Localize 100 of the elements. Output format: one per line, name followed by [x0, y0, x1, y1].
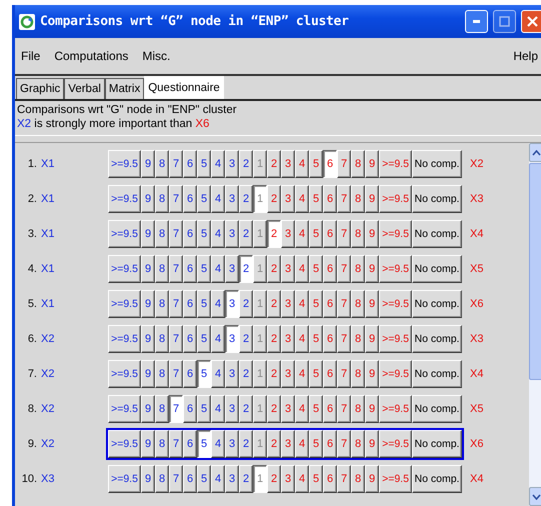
rating-button[interactable]: 6 — [323, 360, 337, 388]
rating-button[interactable]: 5 — [197, 430, 211, 458]
rating-button[interactable]: 8 — [155, 254, 169, 282]
rating-button[interactable]: 2 — [267, 220, 281, 248]
rating-button[interactable]: 5 — [197, 360, 211, 388]
rating-button[interactable]: >=9.5 — [108, 184, 141, 212]
rating-button[interactable]: 9 — [365, 324, 379, 352]
rating-button[interactable]: 2 — [239, 150, 253, 178]
rating-button[interactable]: 4 — [211, 430, 225, 458]
rating-button[interactable]: 6 — [183, 184, 197, 212]
rating-button[interactable]: 9 — [365, 184, 379, 212]
rating-button[interactable]: 2 — [267, 360, 281, 388]
rating-button[interactable]: 8 — [351, 464, 365, 492]
rating-button[interactable]: 2 — [267, 464, 281, 492]
rating-button[interactable]: 9 — [141, 150, 155, 178]
rating-button[interactable]: 9 — [141, 324, 155, 352]
rating-button[interactable]: 4 — [211, 360, 225, 388]
rating-button[interactable]: No comp. — [412, 150, 462, 178]
rating-button[interactable]: 3 — [281, 254, 295, 282]
rating-button[interactable]: 4 — [211, 324, 225, 352]
rating-button[interactable]: >=9.5 — [379, 184, 412, 212]
rating-button[interactable]: >=9.5 — [379, 290, 412, 318]
rating-button[interactable]: 6 — [323, 290, 337, 318]
rating-button[interactable]: 7 — [169, 254, 183, 282]
rating-button[interactable]: 2 — [267, 254, 281, 282]
rating-button[interactable]: 8 — [155, 290, 169, 318]
tab[interactable]: Matrix — [104, 78, 144, 99]
rating-button[interactable]: 5 — [309, 254, 323, 282]
rating-button[interactable]: No comp. — [412, 430, 462, 458]
rating-button[interactable]: 9 — [365, 464, 379, 492]
rating-button[interactable]: No comp. — [412, 324, 462, 352]
rating-button[interactable]: 2 — [267, 430, 281, 458]
rating-button[interactable]: >=9.5 — [108, 290, 141, 318]
rating-button[interactable]: 2 — [239, 290, 253, 318]
rating-button[interactable]: 8 — [155, 394, 169, 422]
minimize-button[interactable] — [465, 10, 488, 33]
rating-button[interactable]: 5 — [309, 394, 323, 422]
rating-button[interactable]: >=9.5 — [108, 254, 141, 282]
rating-button[interactable]: 8 — [351, 324, 365, 352]
rating-button[interactable]: 4 — [295, 220, 309, 248]
rating-button[interactable]: 6 — [323, 220, 337, 248]
rating-button[interactable]: 5 — [309, 430, 323, 458]
rating-button[interactable]: >=9.5 — [379, 150, 412, 178]
rating-button[interactable]: 5 — [197, 290, 211, 318]
rating-button[interactable]: 5 — [197, 254, 211, 282]
rating-button[interactable]: 7 — [337, 254, 351, 282]
rating-button[interactable]: 7 — [337, 150, 351, 178]
rating-button[interactable]: No comp. — [412, 360, 462, 388]
rating-button[interactable]: 3 — [281, 290, 295, 318]
rating-button[interactable]: 4 — [295, 150, 309, 178]
rating-button[interactable]: 9 — [141, 220, 155, 248]
rating-button[interactable]: 4 — [295, 184, 309, 212]
rating-button[interactable]: 9 — [141, 290, 155, 318]
rating-button[interactable]: 6 — [323, 394, 337, 422]
rating-button[interactable]: >=9.5 — [379, 360, 412, 388]
rating-button[interactable]: No comp. — [412, 290, 462, 318]
rating-button[interactable]: 5 — [309, 220, 323, 248]
rating-button[interactable]: 8 — [155, 150, 169, 178]
rating-button[interactable]: 2 — [239, 184, 253, 212]
rating-button[interactable]: 6 — [323, 150, 337, 178]
rating-button[interactable]: 9 — [365, 430, 379, 458]
rating-button[interactable]: >=9.5 — [108, 150, 141, 178]
rating-button[interactable]: 6 — [183, 254, 197, 282]
rating-button[interactable]: 9 — [365, 290, 379, 318]
rating-button[interactable]: 5 — [309, 464, 323, 492]
rating-button[interactable]: 3 — [225, 394, 239, 422]
rating-button[interactable]: 3 — [225, 254, 239, 282]
tab[interactable]: Questionnaire — [144, 76, 224, 99]
rating-button[interactable]: 3 — [281, 220, 295, 248]
rating-button[interactable]: >=9.5 — [379, 394, 412, 422]
rating-button[interactable]: 2 — [239, 430, 253, 458]
rating-button[interactable]: 3 — [281, 464, 295, 492]
rating-button[interactable]: 3 — [225, 220, 239, 248]
rating-button[interactable]: 3 — [225, 360, 239, 388]
rating-button[interactable]: 1 — [253, 464, 267, 492]
rating-button[interactable]: No comp. — [412, 184, 462, 212]
rating-button[interactable]: 4 — [295, 324, 309, 352]
rating-button[interactable]: 5 — [197, 394, 211, 422]
rating-button[interactable]: 6 — [323, 184, 337, 212]
rating-button[interactable]: 7 — [337, 464, 351, 492]
rating-button[interactable]: 4 — [295, 290, 309, 318]
rating-button[interactable]: 9 — [141, 430, 155, 458]
rating-button[interactable]: 6 — [183, 394, 197, 422]
rating-button[interactable]: >=9.5 — [379, 430, 412, 458]
rating-button[interactable]: 7 — [169, 430, 183, 458]
rating-button[interactable]: 6 — [323, 324, 337, 352]
rating-button[interactable]: 7 — [337, 360, 351, 388]
menu-item[interactable]: Misc. — [142, 49, 170, 63]
rating-button[interactable]: >=9.5 — [108, 324, 141, 352]
rating-button[interactable]: 5 — [197, 324, 211, 352]
rating-button[interactable]: 9 — [365, 254, 379, 282]
rating-button[interactable]: 4 — [211, 150, 225, 178]
rating-button[interactable]: 6 — [323, 254, 337, 282]
rating-button[interactable]: 2 — [239, 360, 253, 388]
rating-button[interactable]: 5 — [309, 360, 323, 388]
rating-button[interactable]: 6 — [323, 464, 337, 492]
rating-button[interactable]: 7 — [169, 360, 183, 388]
rating-button[interactable]: 2 — [239, 254, 253, 282]
rating-button[interactable]: 9 — [141, 394, 155, 422]
rating-button[interactable]: 4 — [295, 394, 309, 422]
